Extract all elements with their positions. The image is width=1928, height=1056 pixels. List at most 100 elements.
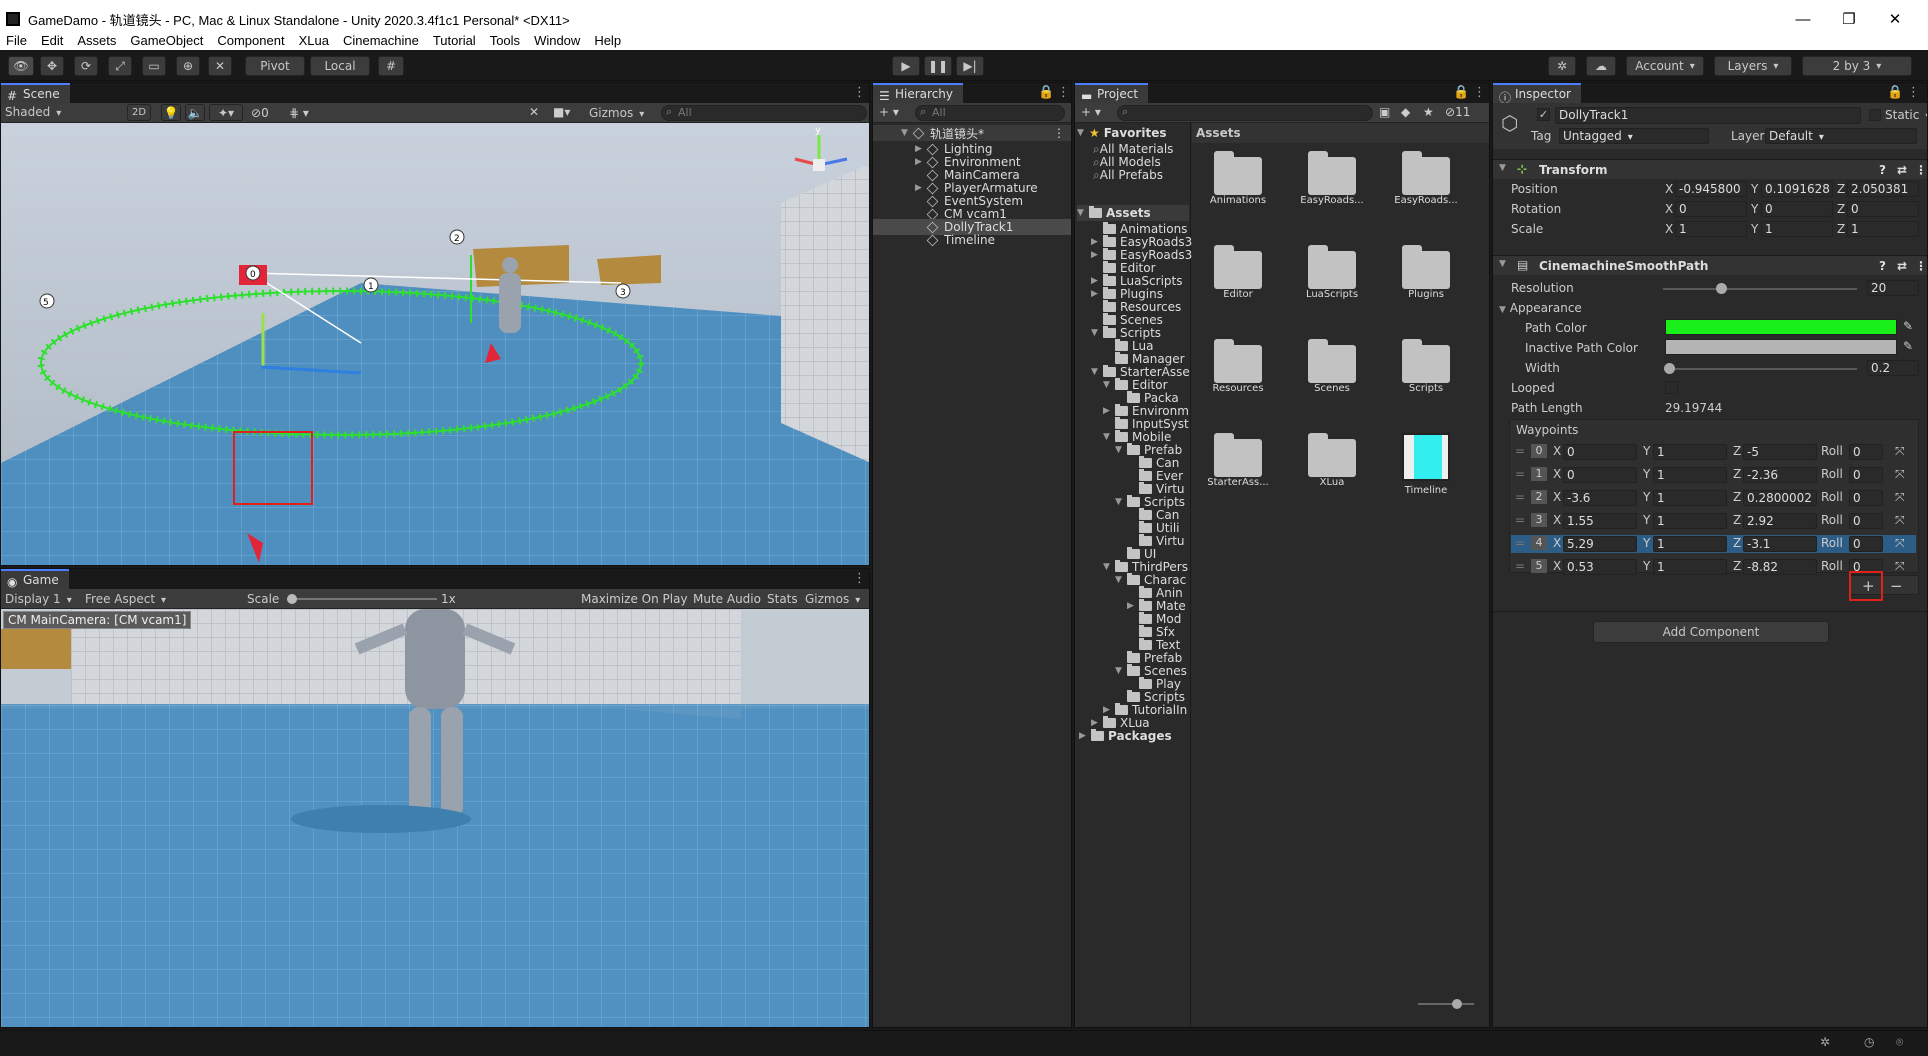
width-slider[interactable]	[1663, 363, 1857, 374]
layout-dropdown[interactable]: 2 by 3	[1802, 56, 1912, 76]
assets-breadcrumb[interactable]: Assets	[1192, 123, 1489, 143]
camera-icon[interactable]: ■▾	[553, 105, 570, 119]
menu-edit[interactable]: Edit	[41, 33, 63, 48]
expand-arrow-icon[interactable]: ▼	[1103, 380, 1115, 390]
transform-header[interactable]: ▼ ⊹ Transform ? ⇄ ⋮	[1493, 159, 1927, 179]
expand-arrow-icon[interactable]: ▼	[1115, 666, 1127, 676]
menu-window[interactable]: Window	[534, 33, 580, 48]
custom-tool-icon[interactable]: ✕	[208, 56, 232, 76]
waypoint-row[interactable]: = 1 X 0 Y 1 Z -2.36 Roll 0 ⤧	[1511, 466, 1916, 484]
resolution-slider[interactable]	[1663, 283, 1857, 294]
create-button[interactable]: + ▾	[879, 105, 899, 119]
waypoint-y-field[interactable]: 1	[1653, 536, 1727, 552]
presets-icon[interactable]: ⇄	[1897, 163, 1907, 177]
component-menu-icon[interactable]: ⋮	[1915, 163, 1927, 177]
transform-tool-icon[interactable]: ⊕	[176, 56, 200, 76]
axis-label[interactable]: X	[1553, 513, 1561, 527]
tab-project[interactable]: ▬ Project	[1075, 83, 1149, 103]
waypoint-y-field[interactable]: 1	[1653, 490, 1727, 506]
asset-item[interactable]: Plugins	[1384, 245, 1468, 300]
menu-gameobject[interactable]: GameObject	[130, 33, 203, 48]
waypoint-menu-icon[interactable]: ⤧	[1895, 559, 1905, 574]
project-search-input[interactable]	[1117, 105, 1373, 121]
help-icon[interactable]: ?	[1879, 163, 1886, 177]
path-color-field[interactable]	[1665, 319, 1897, 335]
waypoint-y-field[interactable]: 1	[1653, 513, 1727, 529]
component-menu-icon[interactable]: ⋮	[1915, 259, 1927, 273]
static-dropdown[interactable]: Static	[1885, 108, 1927, 122]
axis-label[interactable]: Z	[1837, 202, 1845, 216]
rotation-x-field[interactable]: 0	[1675, 201, 1747, 217]
waypoint-roll-field[interactable]: 0	[1849, 536, 1883, 552]
create-asset-button[interactable]: + ▾	[1081, 105, 1101, 119]
presets-icon[interactable]: ⇄	[1897, 259, 1907, 273]
expand-arrow-icon[interactable]: ▶	[1127, 601, 1139, 611]
axis-label[interactable]: Y	[1751, 222, 1758, 236]
waypoint-x-field[interactable]: 0	[1563, 444, 1637, 460]
waypoint-y-field[interactable]: 1	[1653, 444, 1727, 460]
maximize-on-play-toggle[interactable]: Maximize On Play	[581, 592, 688, 606]
asset-item[interactable]: Timeline	[1384, 433, 1468, 496]
hierarchy-item[interactable]: Timeline	[873, 232, 1071, 248]
expand-arrow-icon[interactable]: ▶	[1091, 718, 1103, 728]
local-button[interactable]: Local	[310, 56, 370, 76]
axis-label[interactable]: Y	[1643, 513, 1650, 527]
scale-x-field[interactable]: 1	[1675, 221, 1747, 237]
expand-arrow-icon[interactable]: ▼	[1103, 562, 1115, 572]
kebab-menu-icon[interactable]: ⋮	[853, 571, 866, 586]
waypoint-x-field[interactable]: 5.29	[1563, 536, 1637, 552]
favorites-row[interactable]: ▼ ★ Favorites	[1077, 125, 1166, 141]
asset-item[interactable]: StarterAss...	[1196, 433, 1280, 488]
scale-z-field[interactable]: 1	[1847, 221, 1919, 237]
drag-handle-icon[interactable]: =	[1515, 444, 1525, 458]
axis-label[interactable]: Y	[1751, 182, 1758, 196]
filter-label-icon[interactable]: ◆	[1401, 105, 1410, 119]
tab-inspector[interactable]: ⓘ Inspector	[1493, 83, 1581, 105]
axis-label[interactable]: Z	[1733, 444, 1741, 458]
2d-toggle[interactable]: 2D	[127, 104, 151, 121]
position-z-field[interactable]: 2.050381	[1847, 181, 1919, 197]
cloud-icon[interactable]: ☁	[1586, 56, 1616, 76]
hierarchy-search-input[interactable]: All	[915, 105, 1065, 121]
tag-dropdown[interactable]: Untagged	[1559, 128, 1709, 144]
axis-label[interactable]: Z	[1733, 536, 1741, 550]
audio-toggle-icon[interactable]: 🔈	[185, 104, 205, 121]
services-icon[interactable]: ✲	[1548, 56, 1576, 76]
favorite-item[interactable]: ⌕ All Prefabs	[1093, 167, 1163, 183]
hidden-packages-icon[interactable]: ⊘11	[1445, 105, 1470, 119]
eyedropper-icon[interactable]: ✎	[1903, 339, 1913, 353]
progress-icon[interactable]: ◷	[1864, 1035, 1874, 1049]
axis-label[interactable]: Z	[1837, 182, 1845, 196]
waypoint-menu-icon[interactable]: ⤧	[1895, 536, 1905, 551]
axis-label[interactable]: X	[1665, 202, 1673, 216]
waypoint-menu-icon[interactable]: ⤧	[1895, 490, 1905, 505]
waypoint-row[interactable]: = 0 X 0 Y 1 Z -5 Roll 0 ⤧	[1511, 443, 1916, 461]
axis-label[interactable]: X	[1665, 182, 1673, 196]
step-button[interactable]: ▶|	[956, 56, 984, 76]
looped-checkbox[interactable]	[1665, 381, 1678, 394]
debug-icon[interactable]: ✲	[1820, 1035, 1830, 1049]
scene-root-row[interactable]: ▼ 轨道镜头* ⋮	[873, 125, 1071, 141]
axis-label[interactable]: Z	[1733, 467, 1741, 481]
drag-handle-icon[interactable]: =	[1515, 513, 1525, 527]
rotate-tool-icon[interactable]: ⟳	[74, 56, 98, 76]
axis-label[interactable]: X	[1553, 467, 1561, 481]
display-dropdown[interactable]: Display 1	[5, 592, 81, 606]
assets-root-row[interactable]: ▼ Assets	[1077, 205, 1189, 221]
expand-arrow-icon[interactable]: ▼	[1115, 575, 1127, 585]
axis-label[interactable]: X	[1553, 444, 1561, 458]
axis-label[interactable]: Y	[1643, 490, 1650, 504]
menu-component[interactable]: Component	[217, 33, 284, 48]
pause-button[interactable]: ❚❚	[924, 56, 952, 76]
asset-item[interactable]: Editor	[1196, 245, 1280, 300]
asset-item[interactable]: EasyRoads...	[1384, 151, 1468, 206]
smoothpath-header[interactable]: ▼ ▤ CinemachineSmoothPath ? ⇄ ⋮	[1493, 255, 1927, 275]
expand-arrow-icon[interactable]: ▶	[1091, 276, 1103, 286]
scale-tool-icon[interactable]: ⤢	[108, 56, 132, 76]
axis-label[interactable]: X	[1553, 536, 1561, 550]
waypoint-roll-field[interactable]: 0	[1849, 467, 1883, 483]
axis-label[interactable]: Z	[1837, 222, 1845, 236]
expand-arrow-icon[interactable]: ▶	[1079, 731, 1091, 741]
lock-icon[interactable]: 🔒	[1453, 85, 1469, 100]
rect-tool-icon[interactable]: ▭	[142, 56, 166, 76]
